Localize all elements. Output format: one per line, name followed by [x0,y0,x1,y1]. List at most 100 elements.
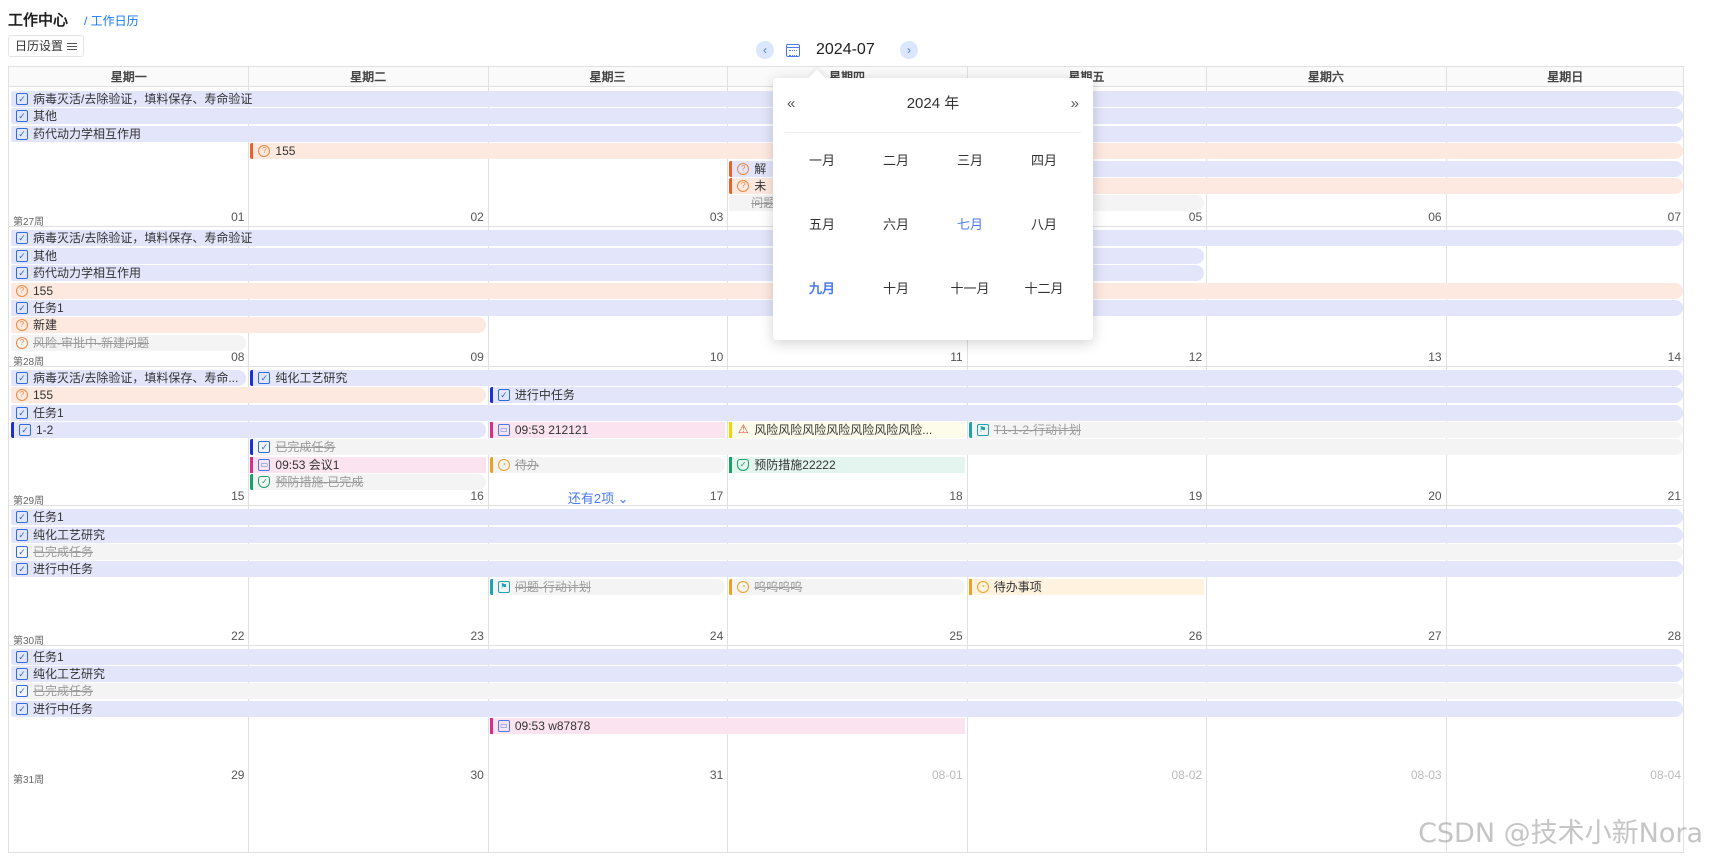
show-more-events-link[interactable]: 还有2项 ⌄ [568,488,629,507]
day-number[interactable]: 11 [923,350,962,364]
day-number[interactable]: 21 [1641,489,1681,503]
calendar-event[interactable]: ? 新建 [11,317,486,334]
calendar-event[interactable]: ◔ 待办 [489,456,726,473]
day-number[interactable]: 13 [1402,350,1441,364]
day-number[interactable]: 27 [1402,629,1441,643]
calendar-event[interactable]: ✓ 1-2 [11,422,486,438]
day-number[interactable]: 07 [1641,210,1681,224]
month-option[interactable]: 四月 [1007,144,1081,208]
event-title: 预防措施-已完成 [275,475,364,490]
next-month-button[interactable]: › [900,41,918,59]
week-number-label: 第31周 [13,775,45,786]
day-number[interactable]: 08 [204,350,244,364]
month-option[interactable]: 八月 [1007,208,1081,272]
event-title: 风险-审批中-新建问题 [33,335,149,350]
calendar-event[interactable]: ✓ 纯化工艺研究 [11,666,1683,682]
day-number[interactable]: 10 [683,350,723,364]
page-title: 工作中心 [8,12,69,29]
day-number[interactable]: 08-04 [1641,768,1681,782]
current-month-label[interactable]: 2024-07 [816,41,876,59]
calendar-event[interactable]: ✓ 进行中任务 [11,561,1683,578]
day-number[interactable]: 30 [444,768,483,782]
calendar-event[interactable]: ✓ 纯化工艺研究 [250,369,1683,386]
calendar-event[interactable]: ? 155 [11,387,486,404]
day-number[interactable]: 08-02 [1162,768,1202,782]
day-number[interactable]: 16 [444,489,483,503]
day-number[interactable]: 09 [444,350,483,364]
event-title: 病毒灭活/去除验证，填料保存、寿命验证 [33,92,253,106]
calendar-event[interactable]: ✓ 已完成任务 [250,439,1683,456]
month-option[interactable]: 三月 [933,144,1007,208]
calendar-event[interactable]: ✓ 纯化工艺研究 [11,526,1683,543]
day-number[interactable]: 23 [444,629,483,643]
watermark: CSDN @技术小新Nora [1418,818,1703,849]
calendar-event[interactable]: ⚑ T1-1-2-行动计划 [968,422,1683,438]
calendar-event[interactable]: ◔ 待办事项 [968,578,1205,595]
day-number[interactable]: 14 [1641,350,1681,364]
calendar-event[interactable]: ⚑ 问题-行动计划 [489,578,726,595]
day-number[interactable]: 12 [1162,350,1202,364]
meeting-screen-icon: ▭ [258,458,271,471]
calendar-event[interactable]: ✓ 任务1 [11,509,1683,526]
calendar-event[interactable]: ✓ 病毒灭活/去除验证，填料保存、寿命... [11,369,247,386]
day-number[interactable]: 18 [923,489,962,503]
prev-month-button[interactable]: ‹ [756,41,774,59]
day-number[interactable]: 06 [1402,210,1441,224]
event-title: 问题 [751,196,776,211]
day-number[interactable]: 05 [1162,210,1202,224]
event-title: 进行中任务 [33,701,94,716]
day-number[interactable]: 08-03 [1402,768,1442,782]
month-option[interactable]: 十月 [859,272,933,336]
calendar-icon[interactable] [786,43,800,57]
day-number[interactable]: 31 [683,768,723,782]
calendar-event[interactable]: ✓ 进行中任务 [11,700,1683,717]
calendar-event[interactable]: ✓ 已完成任务 [11,683,1683,700]
event-title: T1-1-2-行动计划 [993,423,1082,437]
task-check-icon: ✓ [16,668,28,680]
day-number[interactable]: 08-01 [923,768,963,782]
picker-year-label[interactable]: 2024 年 [773,92,1093,116]
day-number[interactable]: 26 [1162,629,1202,643]
month-option[interactable]: 二月 [859,144,933,208]
calendar-event[interactable]: ✓ 预防措施22222 [729,456,965,473]
calendar-event[interactable]: ✓ 进行中任务 [489,387,1683,404]
day-number[interactable]: 29 [204,768,244,782]
day-number[interactable]: 02 [444,210,483,224]
day-number[interactable]: 19 [1162,489,1202,503]
day-number[interactable]: 22 [204,629,244,643]
day-number[interactable]: 20 [1402,489,1441,503]
calendar-event[interactable]: ▭ 09:53 w87878 [489,718,965,735]
event-title: 任务1 [33,405,64,420]
event-title: 纯化工艺研究 [33,667,106,681]
task-check-icon: ✓ [16,249,28,262]
day-number[interactable]: 15 [204,489,244,503]
calendar-event[interactable]: ⚠ 风险风险风险风险风险风险风险... [729,422,965,438]
month-option[interactable]: 五月 [785,208,859,272]
calendar-event[interactable]: ◔ 呜呜呜呜 [729,578,965,595]
calendar-event[interactable]: ✓ 任务1 [11,648,1683,665]
month-option[interactable]: 九月 [785,272,859,336]
day-number[interactable]: 03 [683,210,723,224]
calendar-event[interactable]: ▭ 09:53 212121 [489,422,726,438]
breadcrumb[interactable]: / 工作日历 [84,12,139,29]
calendar-event[interactable]: ▭ 09:53 会议1 [250,456,486,473]
day-number[interactable]: 28 [1641,629,1681,643]
month-option[interactable]: 七月 [933,208,1007,272]
month-option[interactable]: 十二月 [1007,272,1081,336]
day-number[interactable]: 24 [683,629,723,643]
calendar-event[interactable]: ? 风险-审批中-新建问题 [11,334,247,351]
action-plan-flag-icon: ⚑ [497,580,510,593]
calendar-event[interactable]: ✓ 预防措施-已完成 [250,474,486,491]
event-title: 风险风险风险风险风险风险风险... [754,423,933,437]
calendar-event[interactable]: ✓ 已完成任务 [11,544,1683,560]
month-option[interactable]: 六月 [859,208,933,272]
calendar-event[interactable]: ✓ 任务1 [11,404,1683,421]
next-year-button[interactable]: » [1071,92,1079,116]
month-option[interactable]: 十一月 [933,272,1007,336]
day-number[interactable]: 25 [923,629,962,643]
month-option[interactable]: 一月 [785,144,859,208]
todo-clock-icon: ◔ [976,580,989,593]
calendar-settings-button[interactable]: 日历设置 [8,35,85,57]
day-number[interactable]: 17 [683,489,723,503]
day-number[interactable]: 01 [204,210,244,224]
